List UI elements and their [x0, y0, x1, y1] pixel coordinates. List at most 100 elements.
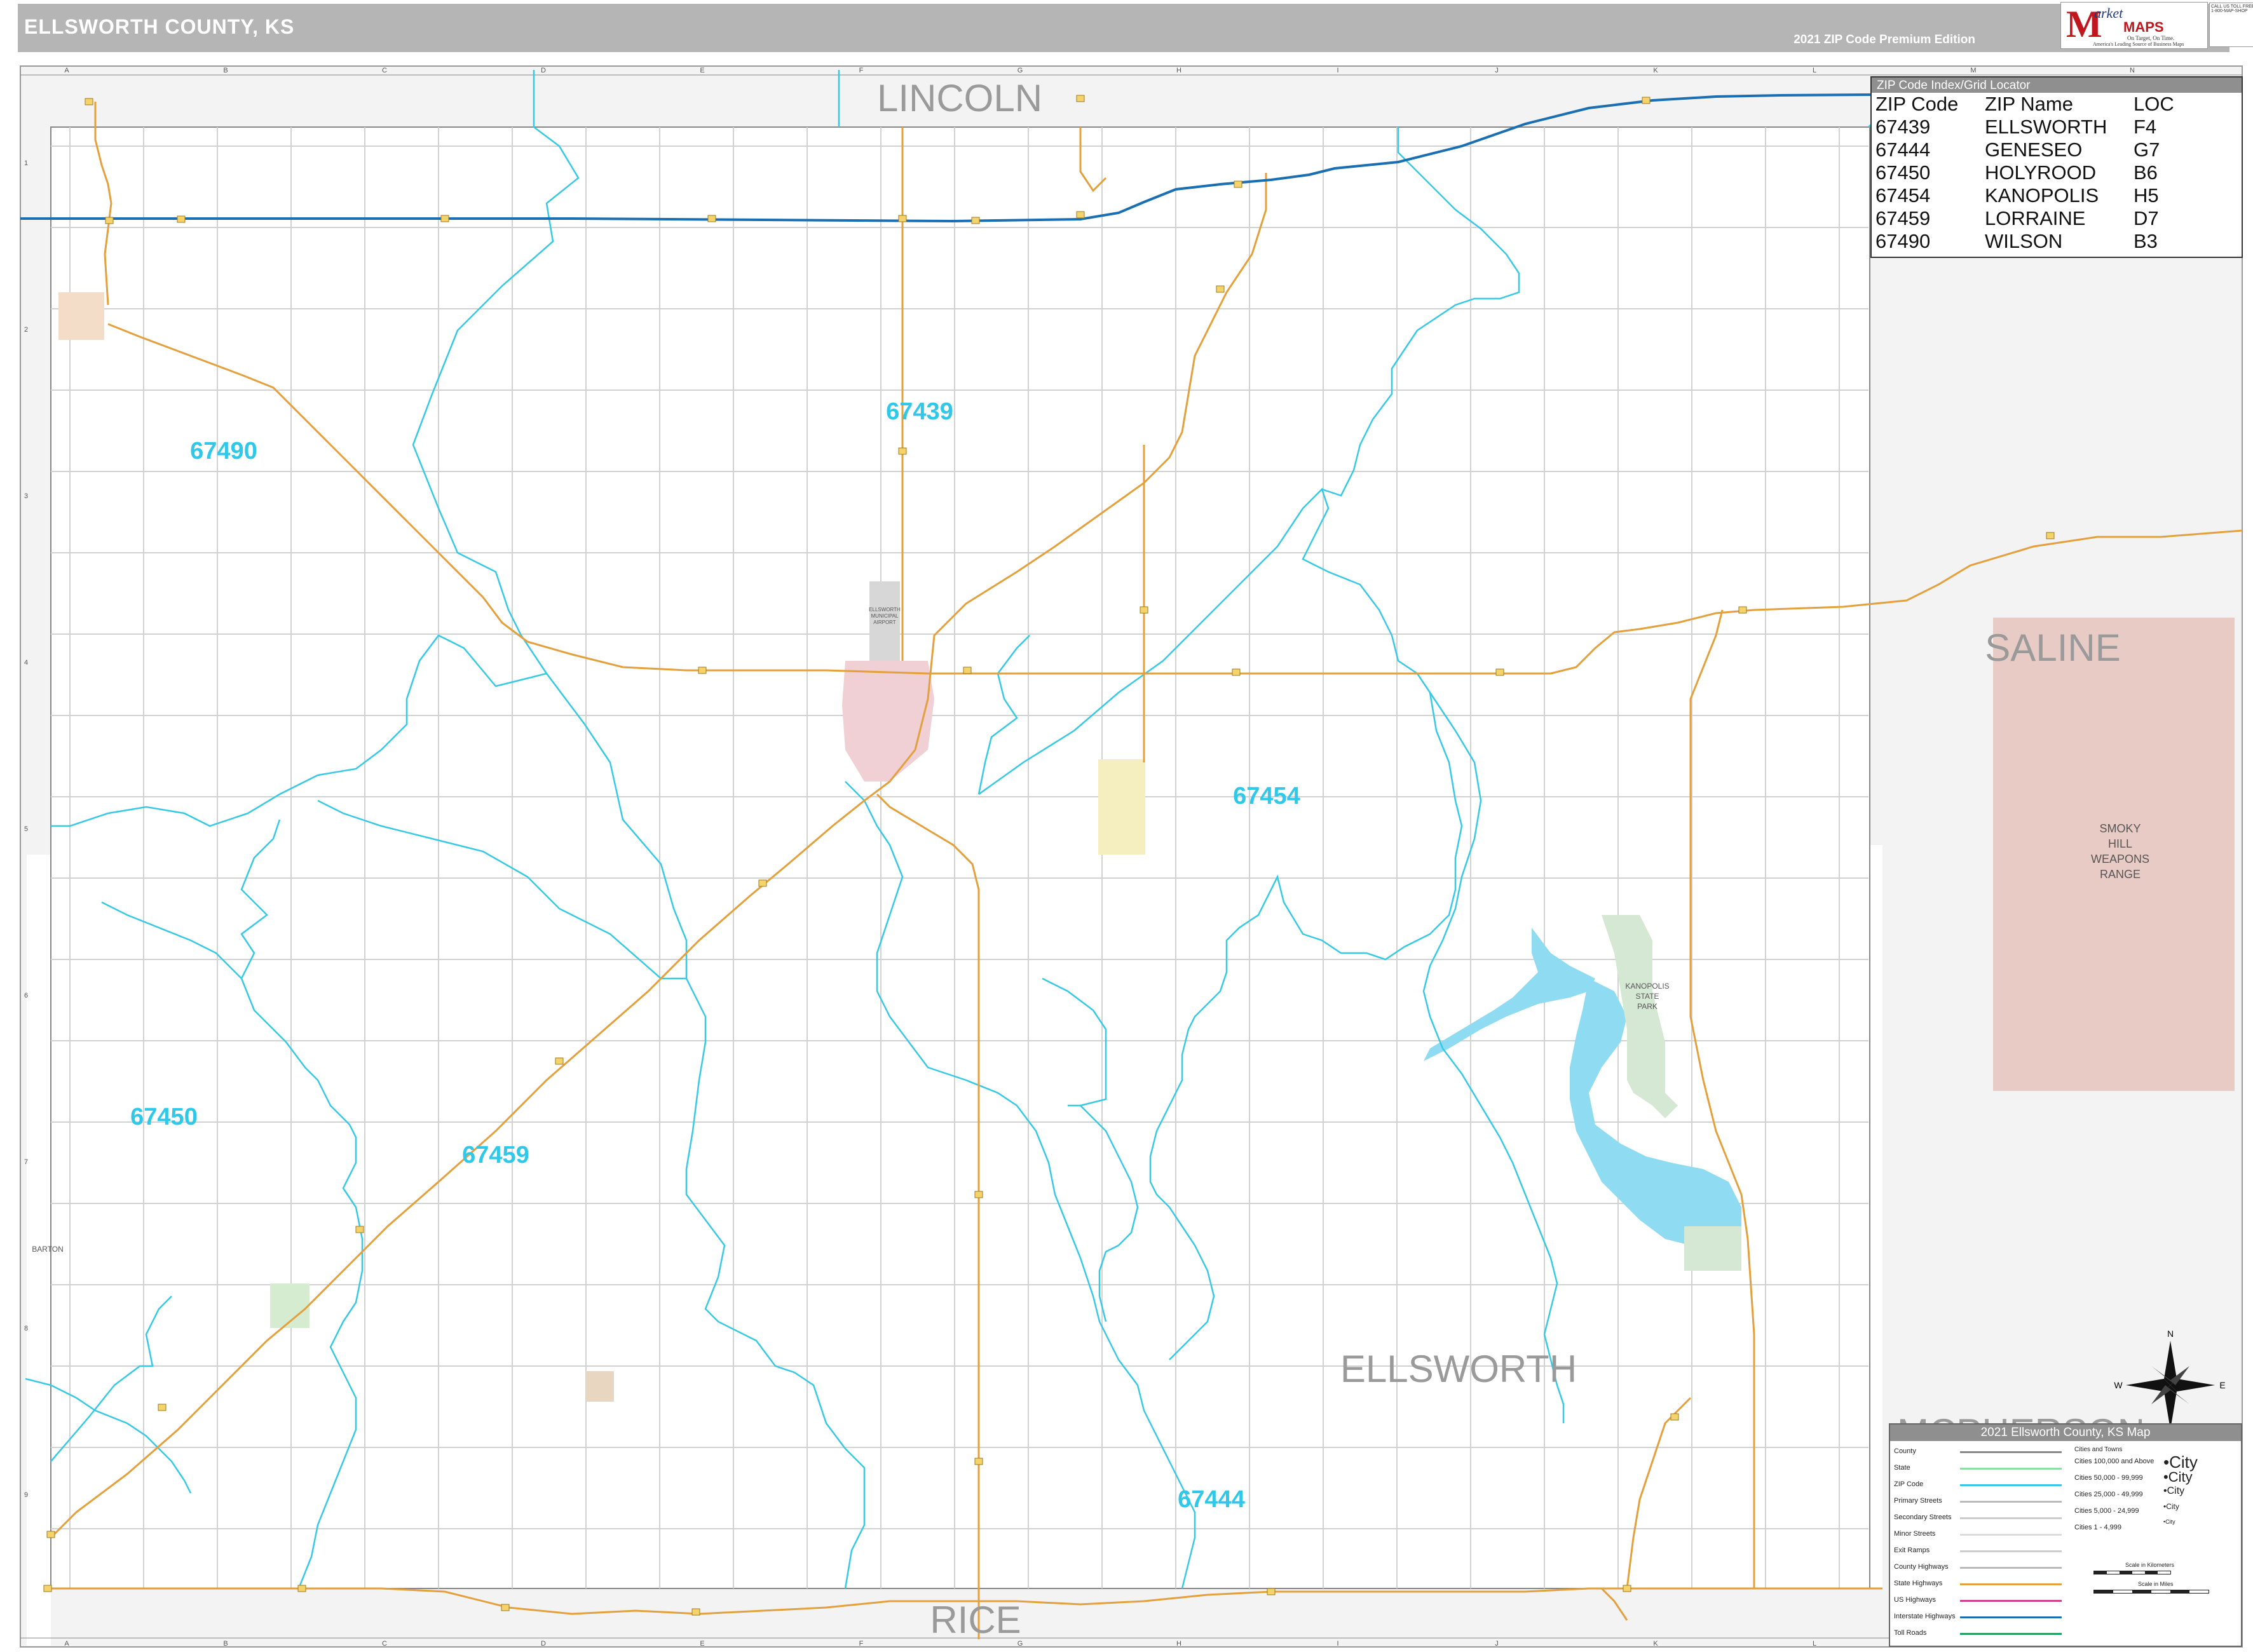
route-marker-icon: [355, 1226, 364, 1233]
legend-item-swatch: [1960, 1468, 2062, 1470]
scale-bar-mi: [2093, 1590, 2209, 1594]
route-marker-icon: [1076, 95, 1085, 102]
zip-code-cell: 67454: [1875, 184, 1931, 207]
legend-city-sample: •City: [2163, 1502, 2179, 1511]
legend-item-label: County: [1894, 1447, 1916, 1455]
grid-column-label: D: [541, 67, 546, 74]
grid-column-label: M: [1970, 67, 1976, 74]
svg-text:WEAPONS: WEAPONS: [2091, 853, 2149, 865]
zip-label-67490: 67490: [190, 438, 257, 464]
legend-city-class: Cities 50,000 - 99,999: [2074, 1474, 2143, 1482]
zip-label-67450: 67450: [130, 1104, 198, 1130]
svg-text:MUNICIPAL: MUNICIPAL: [871, 613, 899, 619]
grid-row-label: 9: [24, 1491, 28, 1499]
zip-index-grid: ZIP Code ZIP Name LOC 67439 ELLSWORTH F4…: [1875, 93, 2174, 253]
route-marker-icon: [691, 1608, 700, 1616]
grid-row-label: 6: [24, 992, 28, 999]
grid-row-label: 1: [24, 159, 28, 167]
legend-item-label: County Highways: [1894, 1563, 1949, 1571]
scale-bar-km: [2093, 1571, 2171, 1574]
svg-text:E: E: [2219, 1380, 2225, 1390]
zip-name-cell: HOLYROOD: [1985, 161, 2097, 184]
legend-city-sample: •City: [2163, 1519, 2175, 1525]
legend-city-sample: •City: [2163, 1469, 2193, 1485]
state-park-south: [1684, 1226, 1741, 1271]
route-marker-icon: [43, 1585, 52, 1592]
legend-item-label: Minor Streets: [1894, 1530, 1936, 1538]
zip-name-cell: GENESEO: [1985, 139, 2083, 161]
legend-scale-km: Scale in Kilometers: [2125, 1562, 2175, 1568]
route-marker-icon: [1642, 97, 1651, 104]
label-rice: RICE: [930, 1599, 1021, 1641]
legend-item-swatch: [1960, 1451, 2062, 1453]
table-row: 67454 KANOPOLIS H5: [1875, 184, 2174, 207]
airport-label: ELLSWORTH MUNICIPAL AIRPORT: [869, 607, 901, 625]
grid-column-label: C: [382, 1640, 387, 1648]
zip-label-67459: 67459: [462, 1142, 529, 1168]
zip-code-cell: 67444: [1875, 139, 1931, 161]
zip-label-67444: 67444: [1178, 1486, 1245, 1513]
route-marker-icon: [898, 447, 907, 455]
route-marker-icon: [963, 667, 972, 674]
zip-name-cell: WILSON: [1985, 230, 2063, 252]
loc-cell: B3: [2134, 230, 2158, 252]
route-marker-icon: [1267, 1588, 1276, 1595]
grid-column-label: B: [223, 1640, 228, 1648]
route-marker-icon: [177, 215, 186, 223]
legend-city-class: Cities 5,000 - 24,999: [2074, 1507, 2139, 1515]
route-marker-icon: [158, 1404, 167, 1411]
grid-column-label: B: [223, 67, 228, 74]
loc-cell: G7: [2134, 139, 2160, 161]
route-marker-icon: [2046, 532, 2055, 539]
route-marker-icon: [555, 1057, 564, 1065]
zip-code-cell: 67490: [1875, 230, 1931, 252]
legend-item-swatch: [1960, 1534, 2062, 1536]
grid-row-label: 4: [24, 659, 28, 667]
route-marker-icon: [1232, 668, 1241, 676]
svg-text:W: W: [2114, 1380, 2123, 1390]
grid-column-label: F: [859, 1640, 864, 1648]
grid-row-label: 2: [24, 326, 28, 334]
grid-column-label: A: [64, 67, 69, 74]
legend-item-swatch: [1960, 1633, 2062, 1635]
zip-name-cell: LORRAINE: [1985, 207, 2086, 229]
legend-item-swatch: [1960, 1616, 2062, 1618]
legend-item-swatch: [1960, 1550, 2062, 1552]
legend-item-label: US Highways: [1894, 1596, 1936, 1604]
grid-column-label: D: [541, 1640, 546, 1648]
wilson-city-area: [58, 292, 104, 340]
route-marker-icon: [1234, 180, 1242, 188]
route-marker-icon: [440, 215, 449, 222]
zip-name-cell: ELLSWORTH: [1985, 116, 2107, 138]
grid-column-label: K: [1653, 1640, 1658, 1648]
route-marker-icon: [1076, 211, 1085, 219]
route-marker-icon: [1623, 1585, 1631, 1592]
grid-column-label: L: [1813, 67, 1816, 74]
grid-column-label: K: [1653, 67, 1658, 74]
zip-code-cell: 67450: [1875, 161, 1931, 184]
grid-column-label: I: [1337, 67, 1338, 74]
loc-cell: H5: [2134, 184, 2159, 207]
legend-item-label: Exit Ramps: [1894, 1547, 1930, 1554]
grid-column-label: I: [1337, 1640, 1338, 1648]
route-marker-icon: [698, 667, 707, 674]
grid-column-label: E: [700, 1640, 704, 1648]
grid-column-label: N: [2130, 67, 2135, 74]
table-row: 67450 HOLYROOD B6: [1875, 161, 2174, 184]
legend-item-label: Secondary Streets: [1894, 1513, 1952, 1521]
route-marker-icon: [707, 215, 716, 222]
legend-item-label: State: [1894, 1464, 1910, 1472]
label-barton: BARTON: [32, 1245, 64, 1254]
kanopolis-city-area: [1098, 759, 1145, 855]
label-lincoln: LINCOLN: [877, 77, 1042, 119]
grid-column-label: E: [700, 67, 704, 74]
grid-row-label: 5: [24, 825, 28, 833]
svg-text:N: N: [2167, 1329, 2174, 1339]
zip-code-cell: 67439: [1875, 116, 1931, 138]
map-legend: 2021 Ellsworth County, KS Map County Stat…: [1889, 1423, 2242, 1647]
route-marker-icon: [1140, 606, 1148, 614]
legend-item-swatch: [1960, 1600, 2062, 1602]
table-row: 67459 LORRAINE D7: [1875, 207, 2174, 230]
svg-text:PARK: PARK: [1637, 1002, 1657, 1011]
route-marker-icon: [1670, 1413, 1679, 1421]
